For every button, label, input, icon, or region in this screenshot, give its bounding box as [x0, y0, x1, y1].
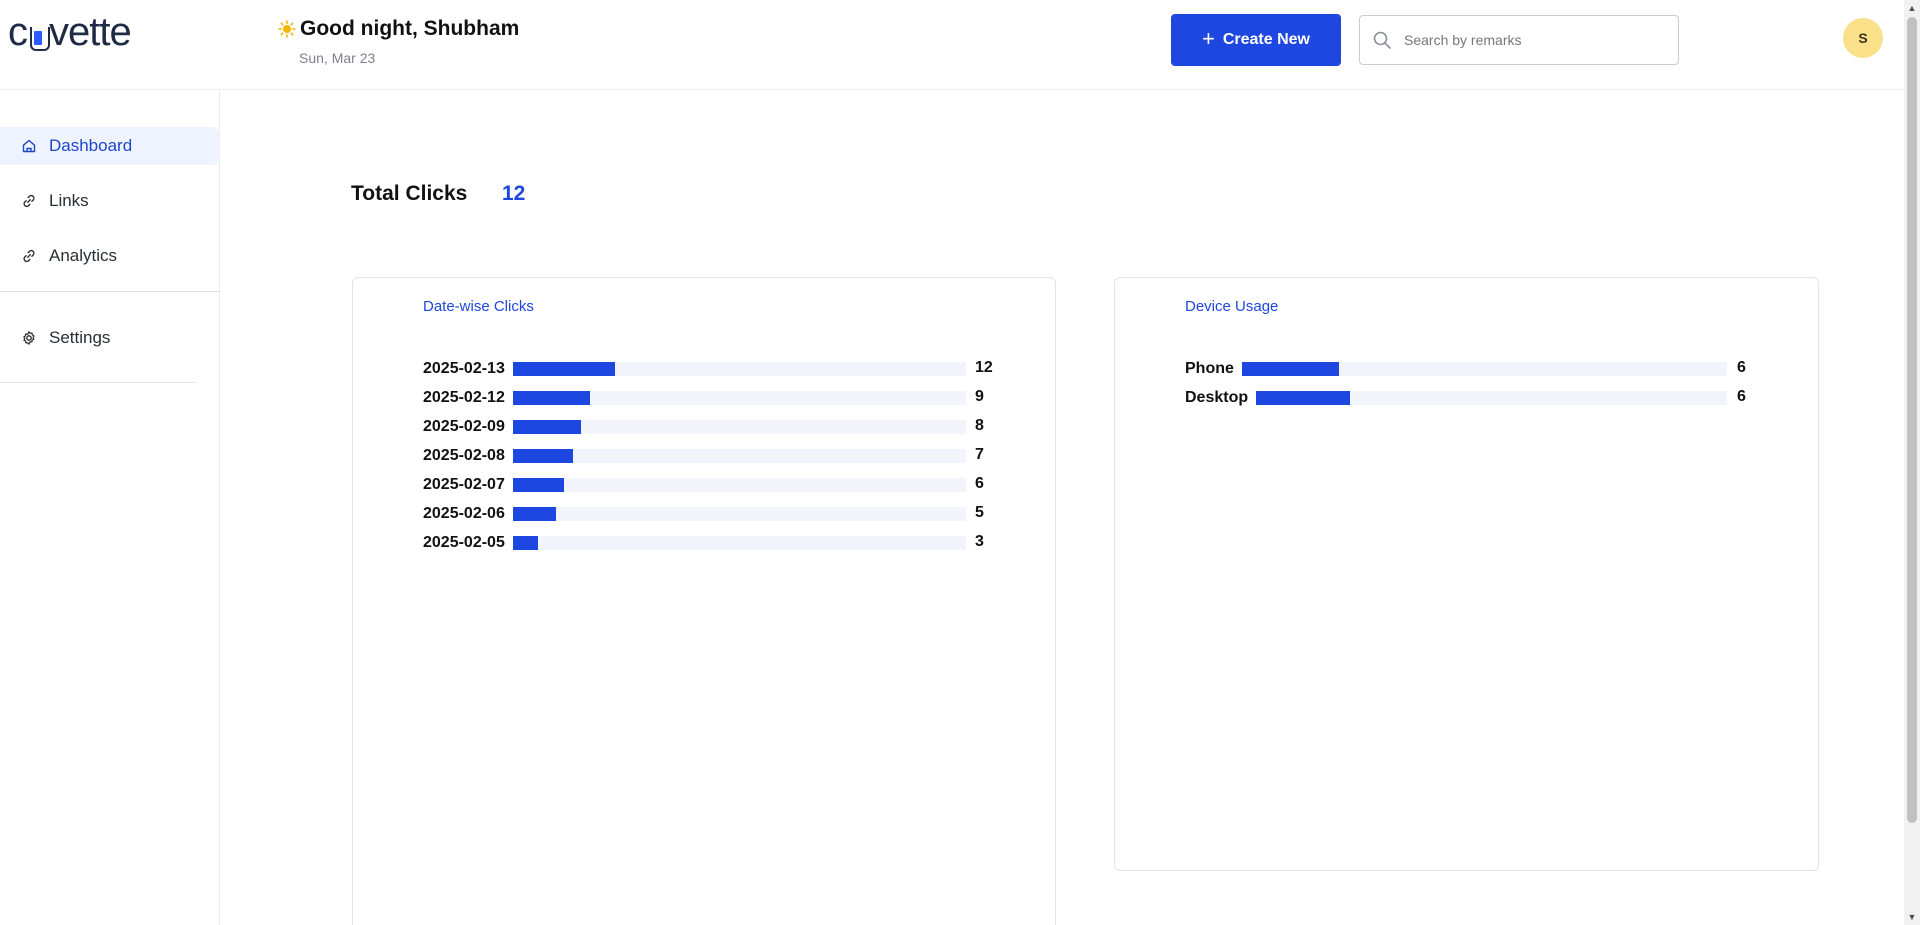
- bar-category-label: Desktop: [1185, 389, 1249, 406]
- bar: [512, 420, 582, 434]
- bar-row: Desktop: [1185, 388, 1727, 408]
- bar: [512, 478, 565, 492]
- greeting-date: Sun, Mar 23: [299, 50, 376, 66]
- bar-value-label: 3: [975, 533, 984, 550]
- plus-icon: +: [1201, 26, 1215, 51]
- bar-category-label: 2025-02-13: [423, 360, 505, 377]
- bar: [1241, 362, 1339, 376]
- gear-icon: [21, 330, 37, 346]
- bar-row: 2025-02-08: [423, 446, 966, 466]
- bar-category-label: 2025-02-07: [423, 476, 505, 493]
- bar-category-label: 2025-02-06: [423, 505, 505, 522]
- sidebar-item-label: Links: [49, 191, 89, 210]
- cuvette-logo[interactable]: c vette: [8, 10, 132, 55]
- logo-text-left: c: [8, 10, 28, 54]
- top-header: c vette Good night, Shubham Sun, Mar 23 …: [0, 0, 1904, 90]
- search-icon: [1372, 30, 1392, 50]
- search-input[interactable]: [1404, 32, 1664, 48]
- device-usage-title: Device Usage: [1185, 298, 1279, 315]
- search-box: [1359, 15, 1679, 65]
- scroll-thumb[interactable]: [1907, 17, 1917, 823]
- bar-row: 2025-02-09: [423, 417, 966, 437]
- bar-track: [512, 449, 966, 463]
- bar-category-label: 2025-02-05: [423, 534, 505, 551]
- total-clicks-label: Total Clicks: [351, 182, 468, 205]
- bar-row: 2025-02-13: [423, 359, 966, 379]
- bar: [512, 536, 539, 550]
- date-wise-clicks-title: Date-wise Clicks: [423, 298, 534, 315]
- create-new-label: Create New: [1222, 31, 1310, 48]
- app-root: c vette Good night, Shubham Sun, Mar 23 …: [0, 0, 1920, 925]
- sidebar-item-label: Analytics: [49, 246, 118, 265]
- bar-track: [512, 507, 966, 521]
- home-icon: [21, 138, 37, 154]
- sidebar-item-settings[interactable]: Settings: [0, 319, 219, 357]
- sidebar-item-label: Dashboard: [49, 136, 133, 155]
- bar-value-label: 12: [975, 359, 993, 376]
- bar-value-label: 5: [975, 504, 984, 521]
- sun-icon: [278, 20, 296, 38]
- bar-row: Phone: [1185, 359, 1727, 379]
- bar-value-label: 6: [975, 475, 984, 492]
- bar-row: 2025-02-12: [423, 388, 966, 408]
- bar: [512, 362, 616, 376]
- sidebar-item-analytics[interactable]: Analytics: [0, 237, 219, 275]
- bar: [1256, 391, 1351, 405]
- bar: [512, 449, 573, 463]
- sidebar-item-label: Settings: [49, 328, 111, 347]
- logo-cup-icon: [28, 23, 50, 51]
- bar-track: [512, 362, 966, 376]
- bar-value-label: 9: [975, 388, 984, 405]
- bar-value-label: 8: [975, 417, 984, 434]
- page-scrollbar[interactable]: ▲ ▼: [1904, 0, 1920, 925]
- greeting-title: Good night, Shubham: [300, 17, 520, 40]
- user-avatar[interactable]: S: [1843, 18, 1883, 58]
- bar-track: [512, 478, 966, 492]
- scroll-up-arrow-icon[interactable]: ▲: [1904, 0, 1920, 16]
- bar-value-label: 6: [1737, 388, 1746, 405]
- date-wise-clicks-card: Date-wise Clicks 2025-02-13 12 2025-02-12 9…: [352, 277, 1056, 925]
- sidebar-item-dashboard[interactable]: Dashboard: [0, 127, 219, 165]
- device-usage-card: Device Usage Phone 6 Desktop 6: [1114, 277, 1819, 871]
- bar-track: [512, 420, 966, 434]
- bar-track: [1256, 391, 1727, 405]
- link-icon: [21, 248, 37, 264]
- bar-row: 2025-02-05: [423, 533, 966, 553]
- create-new-button[interactable]: + Create New: [1171, 14, 1341, 66]
- bar-category-label: Phone: [1185, 360, 1234, 377]
- bar-track: [1241, 362, 1727, 376]
- bar: [512, 391, 590, 405]
- bar-category-label: 2025-02-12: [423, 389, 505, 406]
- bar-row: 2025-02-07: [423, 475, 966, 495]
- logo-text-right: vette: [49, 10, 132, 54]
- greeting: Good night, Shubham: [278, 17, 519, 41]
- bar-track: [512, 536, 966, 550]
- bar-category-label: 2025-02-08: [423, 447, 505, 464]
- sidebar-divider: [0, 291, 220, 292]
- bar-value-label: 6: [1737, 359, 1746, 376]
- sidebar-item-links[interactable]: Links: [0, 182, 219, 220]
- bar-value-label: 7: [975, 446, 984, 463]
- bar-category-label: 2025-02-09: [423, 418, 505, 435]
- bar-row: 2025-02-06: [423, 504, 966, 524]
- bar: [512, 507, 556, 521]
- link-icon: [21, 193, 37, 209]
- total-clicks-value: 12: [502, 182, 526, 205]
- sidebar: Dashboard Links Analytics Settings: [0, 90, 220, 925]
- bar-track: [512, 391, 966, 405]
- sidebar-divider: [0, 382, 196, 383]
- scroll-down-arrow-icon[interactable]: ▼: [1904, 909, 1920, 925]
